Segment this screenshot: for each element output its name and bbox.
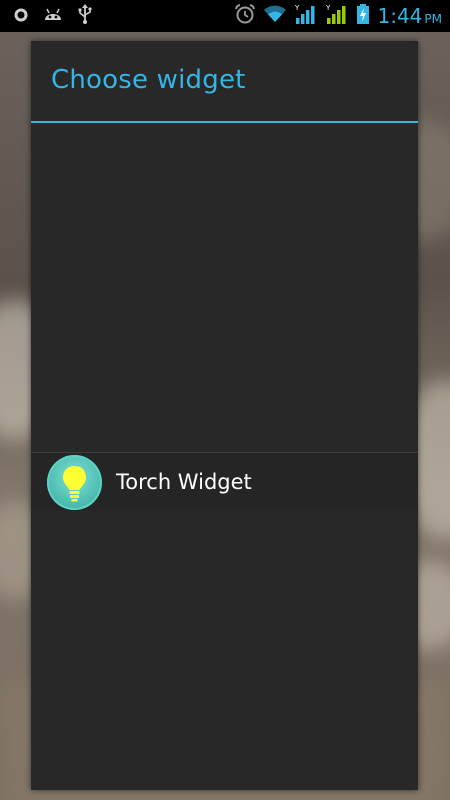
clock-ampm: PM bbox=[424, 12, 442, 26]
clock-time: 1:44 bbox=[377, 4, 423, 28]
svg-text:Y: Y bbox=[325, 4, 331, 12]
clock: 1:44 PM bbox=[377, 4, 442, 28]
svg-text:Y: Y bbox=[294, 4, 300, 12]
signal-2-icon: Y bbox=[325, 3, 349, 29]
choose-widget-dialog: Choose widget Torch Widget bbox=[31, 41, 418, 790]
title-divider bbox=[31, 121, 418, 123]
screen: Y Y 1:44 PM Choose widget Torch Widget bbox=[0, 0, 450, 800]
signal-1-icon: Y bbox=[294, 3, 318, 29]
android-debug-icon bbox=[42, 6, 64, 26]
usb-icon bbox=[78, 4, 92, 28]
widget-label: Torch Widget bbox=[116, 470, 252, 494]
widget-list-item-torch[interactable]: Torch Widget bbox=[31, 453, 418, 511]
alarm-icon bbox=[234, 3, 256, 29]
lightbulb-icon bbox=[47, 454, 102, 510]
status-bar-notifications bbox=[14, 4, 92, 28]
notification-ring-icon bbox=[14, 7, 28, 26]
status-bar-system: Y Y 1:44 PM bbox=[234, 4, 442, 28]
battery-charging-icon bbox=[356, 3, 370, 29]
dialog-title: Choose widget bbox=[51, 65, 246, 95]
wifi-icon bbox=[263, 5, 287, 27]
status-bar: Y Y 1:44 PM bbox=[0, 0, 450, 32]
